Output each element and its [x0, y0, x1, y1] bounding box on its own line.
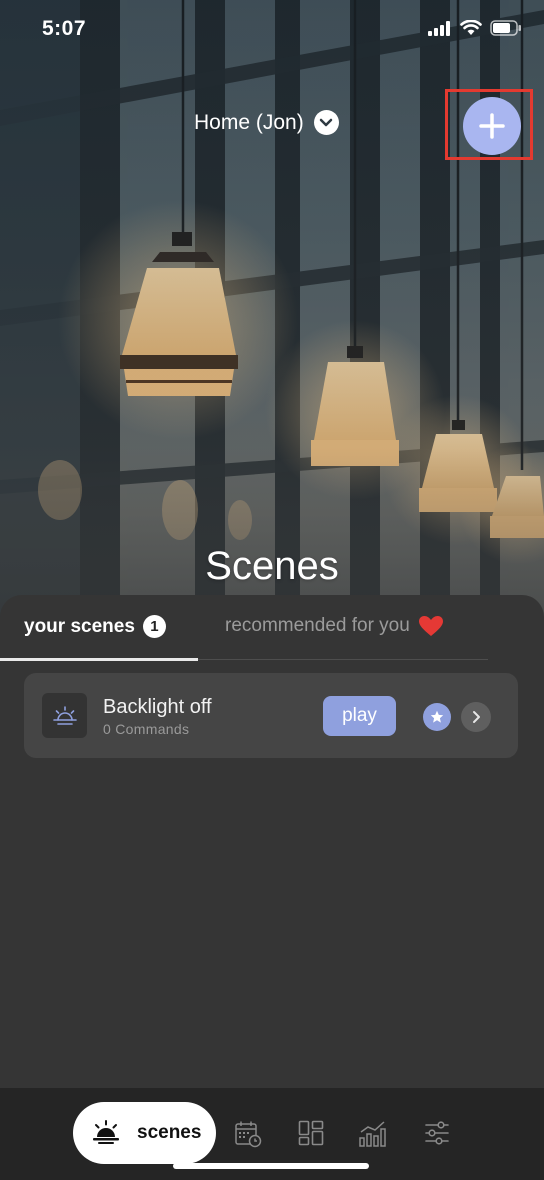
scene-detail-button[interactable]	[461, 702, 491, 732]
scene-card[interactable]: Backlight off 0 Commands play	[24, 673, 518, 758]
cellular-signal-icon	[428, 20, 450, 36]
add-scene-button[interactable]	[463, 97, 521, 155]
play-button[interactable]: play	[323, 696, 396, 736]
sunrise-icon	[42, 693, 87, 738]
wifi-icon	[460, 20, 482, 35]
chevron-down-icon	[313, 110, 339, 135]
nav-item-label: scenes	[137, 1122, 202, 1143]
tab-your-scenes[interactable]: your scenes 1	[24, 615, 166, 638]
scene-command-count: 0 Commands	[103, 721, 190, 737]
sunrise-icon	[93, 1120, 119, 1144]
status-time: 5:07	[42, 17, 87, 40]
favorite-button[interactable]	[423, 703, 451, 731]
tab-recommended[interactable]: recommended for you	[225, 615, 444, 637]
status-bar: 5:07	[0, 0, 544, 60]
scene-name: Backlight off	[103, 696, 212, 718]
home-selector[interactable]: Home (Jon)	[194, 110, 339, 135]
heart-icon	[418, 616, 443, 636]
bar-chart-icon[interactable]	[358, 1120, 388, 1148]
home-indicator	[173, 1163, 369, 1169]
battery-icon	[490, 20, 521, 36]
scene-count-badge: 1	[142, 615, 166, 638]
chevron-right-icon	[473, 711, 480, 723]
nav-item-scenes[interactable]: scenes	[73, 1102, 216, 1164]
page-title: Scenes	[205, 544, 339, 588]
calendar-clock-icon[interactable]	[234, 1120, 262, 1148]
grid-layout-icon[interactable]	[298, 1120, 324, 1146]
star-icon	[430, 710, 444, 723]
scene-tabs: your scenes 1 recommended for you	[0, 595, 544, 661]
sliders-icon[interactable]	[424, 1120, 450, 1146]
home-selector-label: Home (Jon)	[194, 110, 304, 134]
tab-label: your scenes	[24, 615, 135, 637]
active-tab-indicator	[0, 658, 198, 661]
plus-icon	[479, 113, 505, 139]
scenes-panel: your scenes 1 recommended for you Backli…	[0, 595, 544, 1088]
tab-label: recommended for you	[225, 615, 410, 636]
status-icons	[428, 20, 522, 36]
